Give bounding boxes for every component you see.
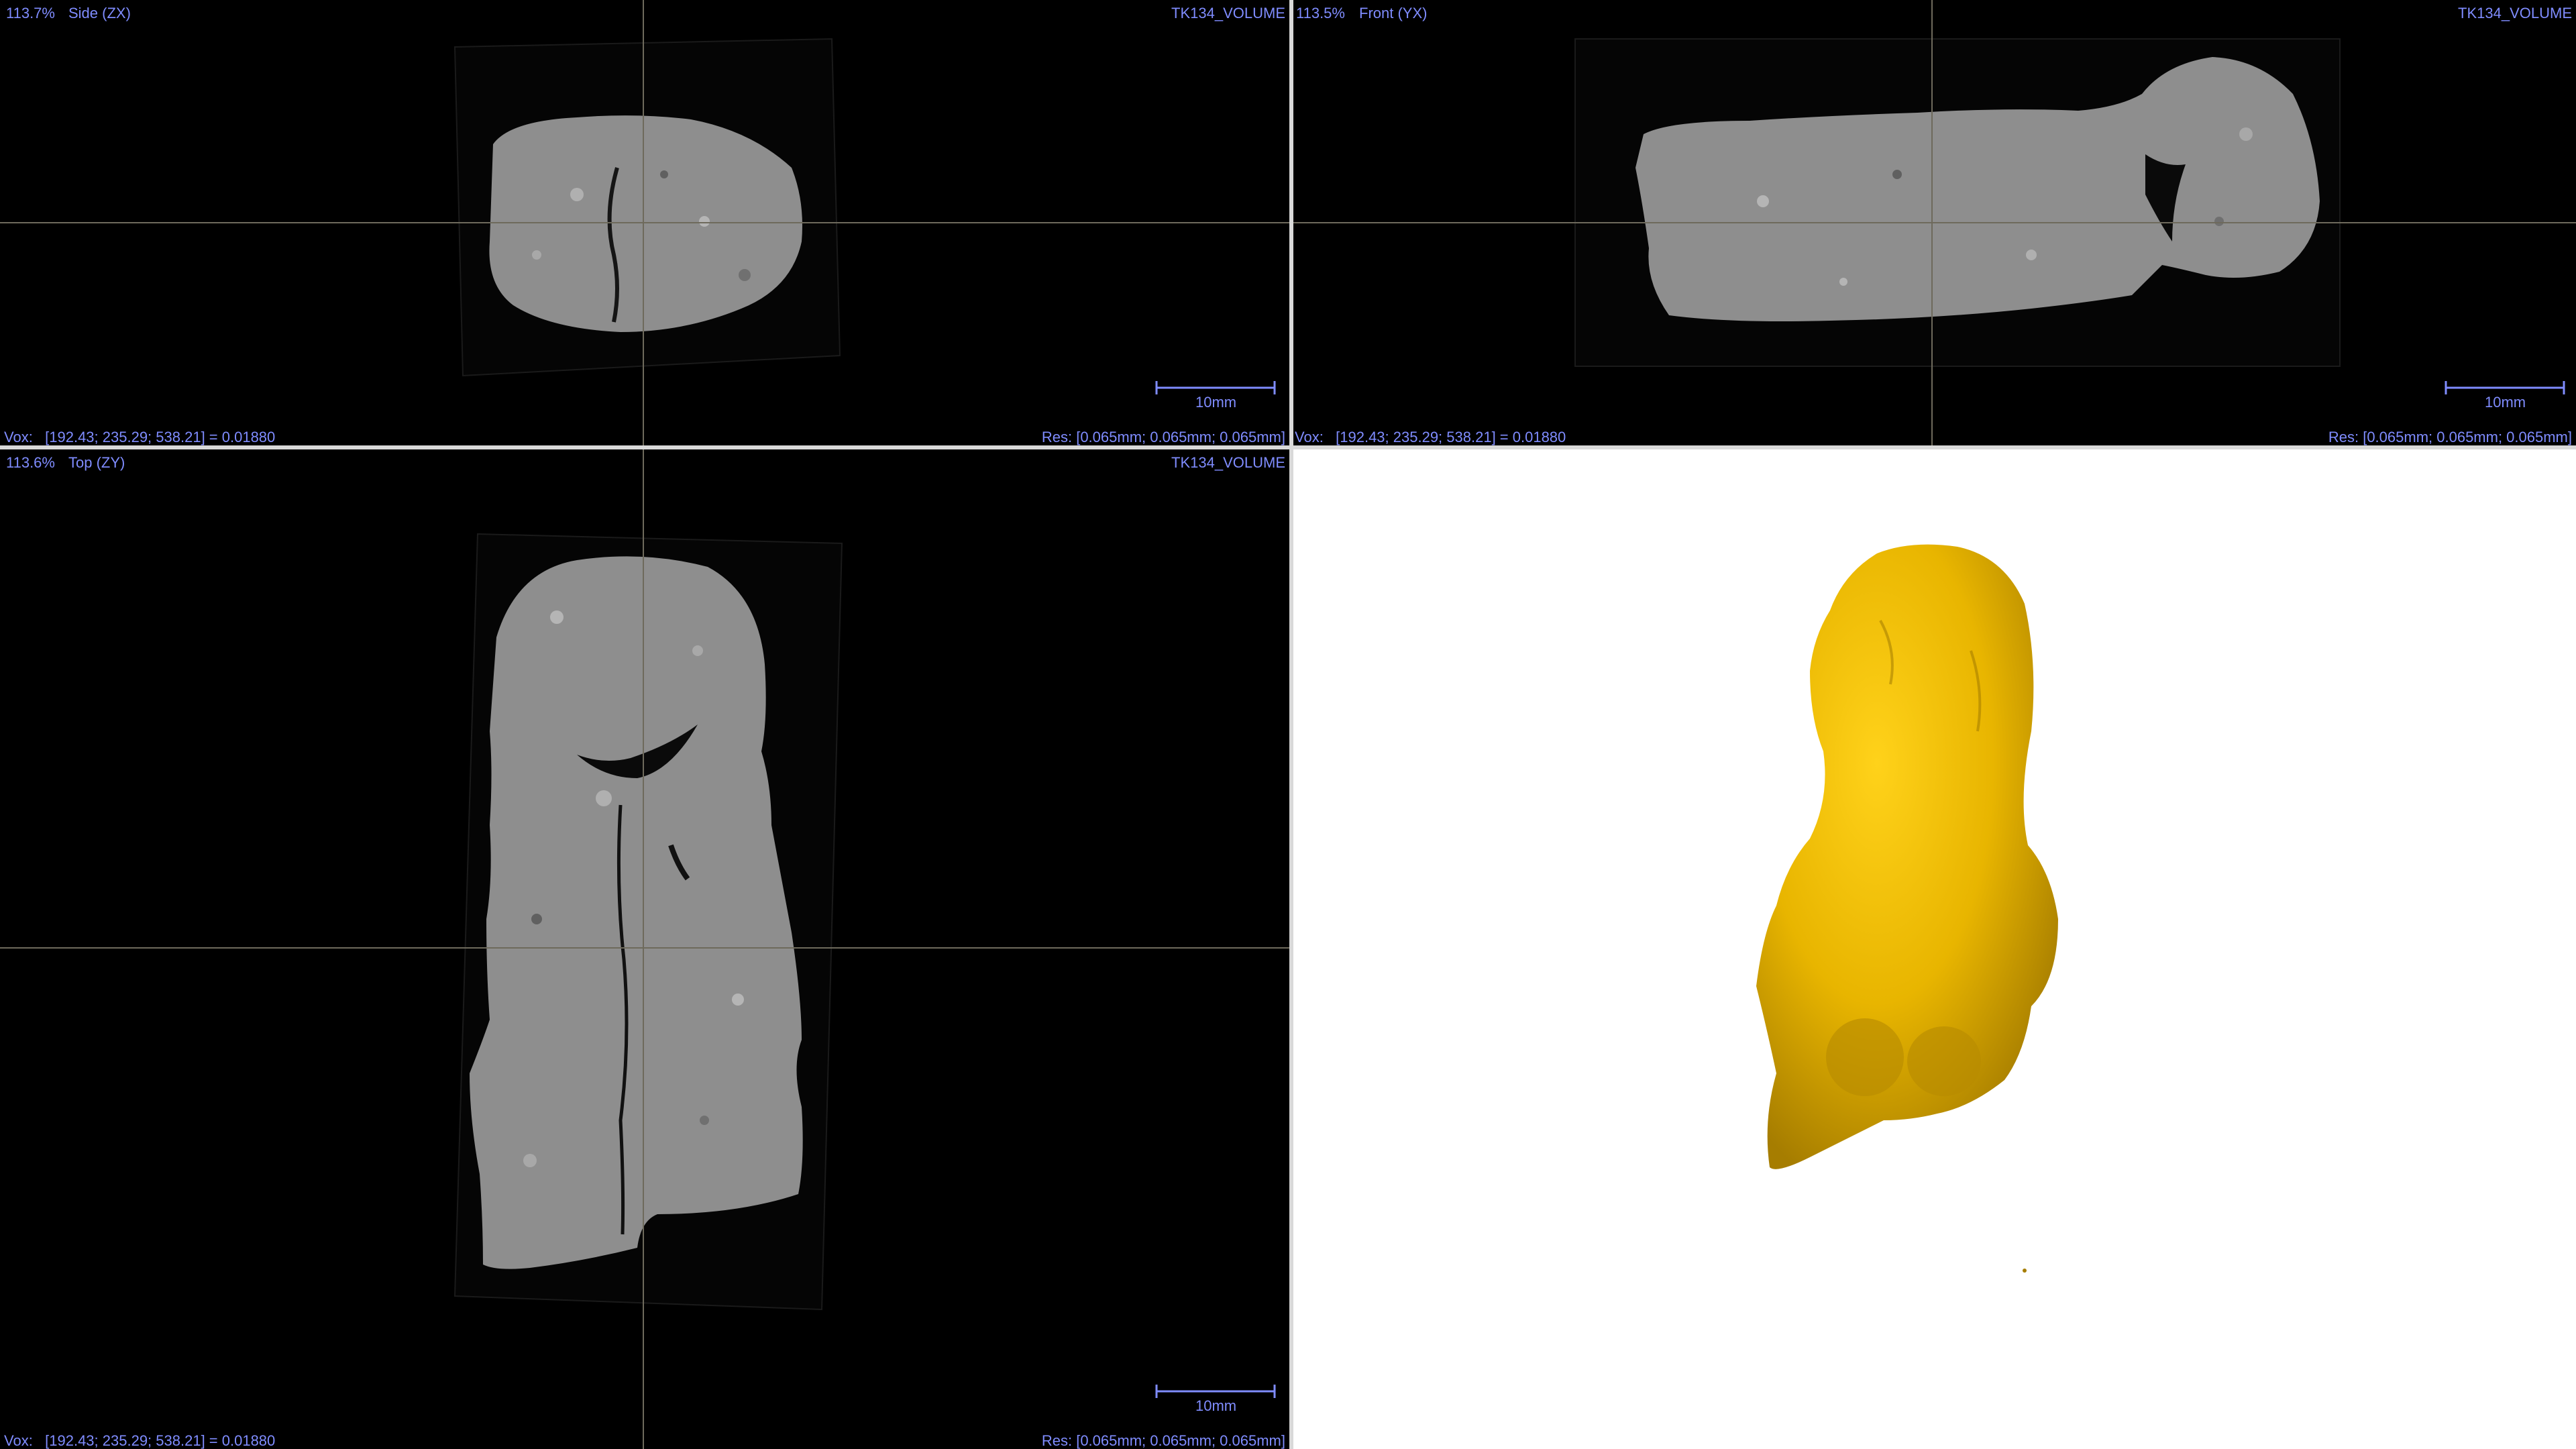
crosshair-vertical[interactable]: [1931, 0, 1933, 445]
resolution-readout: Res: [0.065mm; 0.065mm; 0.065mm]: [2328, 429, 2572, 445]
volume-name-label: TK134_VOLUME: [1171, 5, 1285, 21]
vox-readout: Vox: [192.43; 235.29; 538.21] = 0.01880: [1295, 429, 1566, 445]
crosshair-horizontal[interactable]: [0, 222, 1289, 223]
zoom-label: 113.7%: [6, 5, 55, 21]
viewport-top-zy[interactable]: 113.6% Top (ZY) TK134_VOLUME 10mm Vox: […: [0, 449, 1289, 1449]
surface-render-image: [1756, 544, 2058, 1273]
crosshair-horizontal[interactable]: [0, 947, 1289, 949]
viewport-3d-render[interactable]: [1293, 449, 2576, 1449]
viewport-side-zx[interactable]: 113.7% Side (ZX) TK134_VOLUME 10mm Vox: …: [0, 0, 1289, 445]
resolution-readout: Res: [0.065mm; 0.065mm; 0.065mm]: [1041, 429, 1285, 445]
vox-readout: Vox: [192.43; 235.29; 538.21] = 0.01880: [4, 429, 276, 445]
scale-bar-label: 10mm: [1195, 1397, 1237, 1414]
view-name-label: Top (ZY): [68, 454, 125, 471]
crosshair-horizontal[interactable]: [1293, 222, 2576, 223]
scale-bar-label: 10mm: [2485, 394, 2526, 411]
volume-name-label: TK134_VOLUME: [2458, 5, 2572, 21]
crosshair-vertical[interactable]: [643, 449, 644, 1449]
viewport-front-yx[interactable]: 113.5% Front (YX) TK134_VOLUME 10mm Vox:…: [1293, 0, 2576, 445]
zoom-label: 113.6%: [6, 454, 55, 471]
crosshair-vertical[interactable]: [643, 0, 644, 445]
vox-readout: Vox: [192.43; 235.29; 538.21] = 0.01880: [4, 1432, 276, 1449]
volume-name-label: TK134_VOLUME: [1171, 454, 1285, 471]
view-name-label: Side (ZX): [68, 5, 131, 21]
scale-bar-label: 10mm: [1195, 394, 1237, 411]
resolution-readout: Res: [0.065mm; 0.065mm; 0.065mm]: [1041, 1432, 1285, 1449]
top-slice-image: [453, 533, 843, 1311]
view-name-label: Front (YX): [1359, 5, 1428, 21]
zoom-label: 113.5%: [1296, 5, 1345, 21]
